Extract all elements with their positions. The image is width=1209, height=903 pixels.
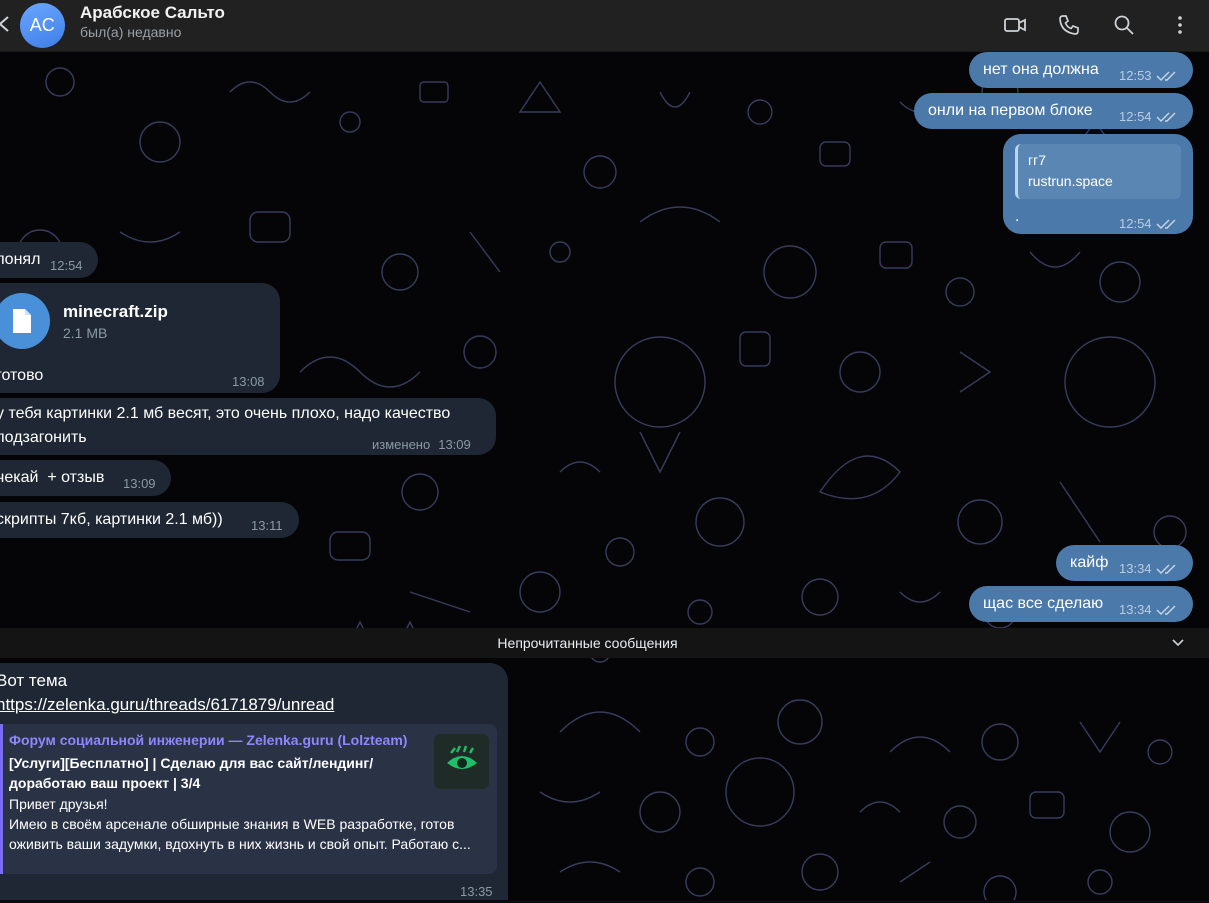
message-time: 13:08 — [232, 374, 265, 389]
message-incoming[interactable]: понял 12:54 — [0, 242, 98, 278]
file-size: 2.1 MB — [63, 325, 108, 341]
search-icon[interactable] — [1112, 13, 1136, 37]
file-name: minecraft.zip — [63, 302, 168, 321]
preview-desc-text: Имею в своём арсенале обширные знания в … — [9, 816, 471, 852]
preview-title: [Услуги][Бесплатно] | Сделаю для вас сай… — [9, 755, 374, 791]
message-meta: изменено 13:09 — [372, 434, 471, 456]
message-meta: 13:34 — [1119, 558, 1180, 580]
file-download-button[interactable] — [0, 293, 50, 349]
message-text-line-1: у тебя картинки 2.1 мб весят, это очень … — [0, 405, 451, 422]
message-time: 13:34 — [1119, 561, 1152, 576]
edited-label: изменено — [372, 437, 431, 452]
double-check-icon — [1156, 71, 1176, 81]
message-text: понял — [0, 251, 41, 268]
phone-icon[interactable] — [1057, 13, 1081, 37]
message-time: 12:54 — [1119, 216, 1152, 231]
message-time: 12:53 — [1119, 68, 1152, 83]
message-time: 12:54 — [1119, 109, 1152, 124]
message-time: 13:11 — [251, 518, 283, 533]
message-text: щас все сделаю — [983, 595, 1104, 612]
message-outgoing-reply[interactable]: гг7 rustrun.space . 12:54 — [1003, 134, 1193, 234]
preview-description: Привет друзья! Имею в своём арсенале обш… — [9, 794, 479, 854]
message-meta: 13:34 — [1119, 599, 1180, 621]
message-text-line-2: подзагонить — [0, 429, 87, 446]
message-time: 12:54 — [50, 258, 83, 273]
message-meta: 12:54 — [50, 255, 83, 277]
link-preview[interactable]: Форум социальной инженерии — Zelenka.gur… — [0, 724, 497, 874]
chat-status: был(а) недавно — [80, 24, 182, 40]
unread-messages-separator: Непрочитанные сообщения — [0, 628, 1209, 658]
chevron-down-icon[interactable] — [1171, 636, 1185, 650]
eye-logo-icon — [446, 744, 477, 769]
preview-site-name: Форум социальной инженерии — Zelenka.gur… — [9, 732, 408, 748]
message-meta: 12:53 — [1119, 65, 1180, 87]
unread-label: Непрочитанные сообщения — [497, 635, 678, 651]
video-call-icon[interactable] — [1003, 13, 1027, 37]
message-time: 13:09 — [438, 437, 471, 452]
message-outgoing[interactable]: щас все сделаю 13:34 — [969, 586, 1193, 622]
message-incoming[interactable]: скрипты 7кб, картинки 2.1 мб)) 13:11 — [0, 502, 299, 538]
preview-thumbnail — [434, 734, 489, 789]
message-incoming[interactable]: чекай + отзыв 13:09 — [0, 460, 171, 496]
message-outgoing[interactable]: онли на первом блоке 12:54 — [914, 93, 1193, 129]
message-time: 13:09 — [123, 476, 156, 491]
message-outgoing[interactable]: нет она должна 12:53 — [969, 52, 1193, 88]
reply-name: гг7 — [1028, 152, 1046, 168]
more-icon[interactable] — [1168, 13, 1192, 37]
message-meta: 12:54 — [1119, 213, 1180, 235]
double-check-icon — [1156, 605, 1176, 615]
file-icon — [13, 309, 31, 333]
avatar[interactable]: АС — [20, 3, 65, 48]
back-icon[interactable] — [0, 12, 14, 36]
double-check-icon — [1156, 219, 1176, 229]
preview-desc-line: Привет друзья! — [9, 796, 108, 812]
file-caption: готово — [0, 367, 44, 384]
message-meta: 12:54 — [1119, 106, 1180, 128]
double-check-icon — [1156, 112, 1176, 122]
message-link[interactable]: https://zelenka.guru/threads/6171879/unr… — [0, 694, 334, 716]
message-text: нет она должна — [983, 61, 1099, 78]
chat-title[interactable]: Арабское Сальто — [80, 3, 225, 23]
double-check-icon — [1156, 564, 1176, 574]
message-incoming-file[interactable]: minecraft.zip 2.1 MB готово 13:08 — [0, 283, 280, 393]
message-meta: 13:08 — [232, 371, 265, 393]
reply-text: rustrun.space — [1028, 173, 1113, 189]
message-incoming[interactable]: у тебя картинки 2.1 мб весят, это очень … — [0, 398, 496, 455]
message-text: кайф — [1070, 554, 1109, 571]
message-text: онли на первом блоке — [928, 102, 1093, 119]
message-text: Вот тема — [0, 671, 68, 690]
message-meta: 13:11 — [251, 515, 283, 537]
message-time: 13:34 — [1119, 602, 1152, 617]
chat-header: АС Арабское Сальто был(а) недавно — [0, 0, 1209, 52]
message-text: чекай + отзыв — [0, 469, 105, 486]
message-text: скрипты 7кб, картинки 2.1 мб)) — [0, 511, 223, 528]
message-text: . — [1015, 208, 1020, 225]
message-meta: 13:09 — [123, 473, 156, 495]
reply-quote[interactable]: гг7 rustrun.space — [1015, 144, 1181, 199]
message-outgoing[interactable]: кайф 13:34 — [1056, 545, 1193, 581]
